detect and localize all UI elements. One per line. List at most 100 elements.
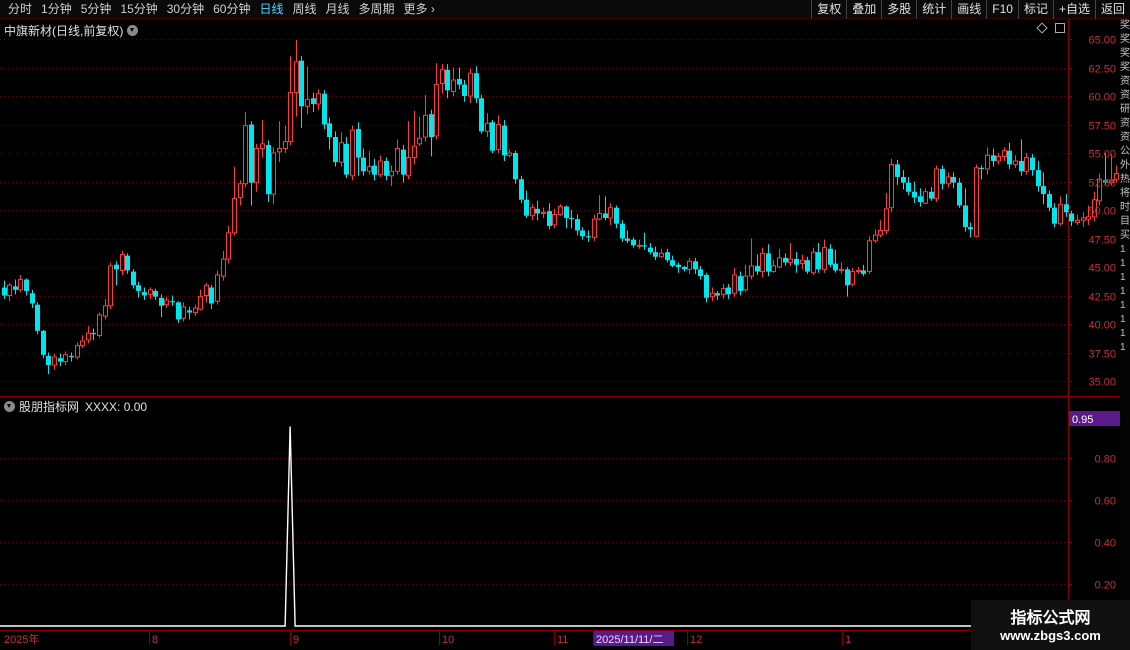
candle <box>564 205 569 229</box>
candle <box>1058 196 1063 226</box>
candle <box>181 302 186 322</box>
candle <box>395 139 400 175</box>
candle-body <box>828 248 833 265</box>
candle-body <box>1013 160 1018 165</box>
candle-body <box>535 208 540 214</box>
candle-body <box>288 92 293 143</box>
candle <box>957 178 962 208</box>
candle <box>193 304 198 317</box>
candle-body <box>502 125 507 156</box>
candle-body <box>760 252 765 273</box>
candle <box>496 115 501 153</box>
candle <box>653 246 658 261</box>
candle <box>401 145 406 183</box>
candle <box>114 261 119 286</box>
candle-body <box>867 240 872 273</box>
y-tick-label: 52.50 <box>1088 178 1116 190</box>
candle-body <box>1069 213 1074 222</box>
candle-body <box>305 98 310 107</box>
candle <box>597 195 602 221</box>
candle <box>479 94 484 134</box>
candle <box>1030 154 1035 176</box>
candle-body <box>316 93 321 105</box>
candle-body <box>41 330 46 355</box>
watermark-title: 指标公式网 <box>1010 610 1091 627</box>
candle-body <box>372 165 377 175</box>
candle-body <box>283 141 288 149</box>
candle-body <box>46 355 51 366</box>
candle <box>580 227 585 240</box>
y-tick-label: 35.00 <box>1088 377 1116 389</box>
candle <box>327 117 332 150</box>
chart-canvas[interactable]: 35.00 37.50 40.00 42.50 45.00 47.50 50.00 52.50… <box>0 0 1130 650</box>
candle-body <box>665 252 670 261</box>
candle <box>344 137 349 179</box>
candle-body <box>333 137 338 163</box>
candle-body <box>445 69 450 91</box>
candle-body <box>693 261 698 270</box>
candle-body <box>474 73 479 99</box>
candle <box>940 165 945 190</box>
candle-body <box>254 147 259 184</box>
candle <box>288 56 293 146</box>
candle-body <box>361 157 366 172</box>
candle <box>406 121 411 180</box>
y-tick-label: 55.00 <box>1088 149 1116 161</box>
candle <box>771 260 776 273</box>
candle <box>299 56 304 128</box>
candle <box>350 125 355 181</box>
candle <box>760 247 765 278</box>
candle-body <box>215 274 220 302</box>
candle-body <box>946 176 951 185</box>
x-tick-label: 12 <box>690 634 702 646</box>
indicator-value-tag-text: 0.95 <box>1072 414 1093 426</box>
candle <box>322 90 327 130</box>
candle-body <box>164 299 169 306</box>
candle <box>547 203 552 230</box>
candle-body <box>468 72 473 97</box>
candle <box>46 352 51 375</box>
candle <box>485 113 490 138</box>
candle <box>1047 190 1052 212</box>
candle-body <box>861 270 866 274</box>
candle-body <box>260 143 265 149</box>
candle-body <box>524 199 529 216</box>
candle <box>732 268 737 297</box>
candle-body <box>299 60 304 107</box>
candle-body <box>811 251 816 274</box>
candle <box>148 287 153 299</box>
candle-body <box>238 183 243 198</box>
candle-body <box>912 191 917 198</box>
candle <box>665 248 670 263</box>
candle-body <box>1019 160 1024 172</box>
candle-body <box>86 332 91 341</box>
candle <box>603 196 608 221</box>
candle <box>659 248 664 258</box>
candle <box>243 111 248 188</box>
candle-body <box>575 219 580 231</box>
candle <box>316 89 321 110</box>
candle-body <box>170 301 175 303</box>
candle-body <box>1002 150 1007 157</box>
candle-body <box>91 333 96 335</box>
candle <box>951 172 956 189</box>
candle-body <box>339 142 344 163</box>
candle <box>1007 142 1012 169</box>
indicator-y-tick-label: 0.60 <box>1095 496 1116 508</box>
candle-body <box>592 218 597 238</box>
candle-body <box>2 287 7 296</box>
candle <box>423 94 428 142</box>
candle <box>1036 160 1041 192</box>
x-tick-label: 9 <box>293 634 299 646</box>
candle <box>58 353 63 367</box>
candle-body <box>423 114 428 138</box>
candle <box>867 236 872 274</box>
candle-body <box>552 214 557 226</box>
candle-body <box>1041 186 1046 195</box>
candle <box>552 208 557 229</box>
candle-body <box>603 213 608 218</box>
candle-body <box>766 253 771 272</box>
candle <box>159 294 164 318</box>
candle-body <box>30 293 35 304</box>
candle-body <box>52 356 57 366</box>
